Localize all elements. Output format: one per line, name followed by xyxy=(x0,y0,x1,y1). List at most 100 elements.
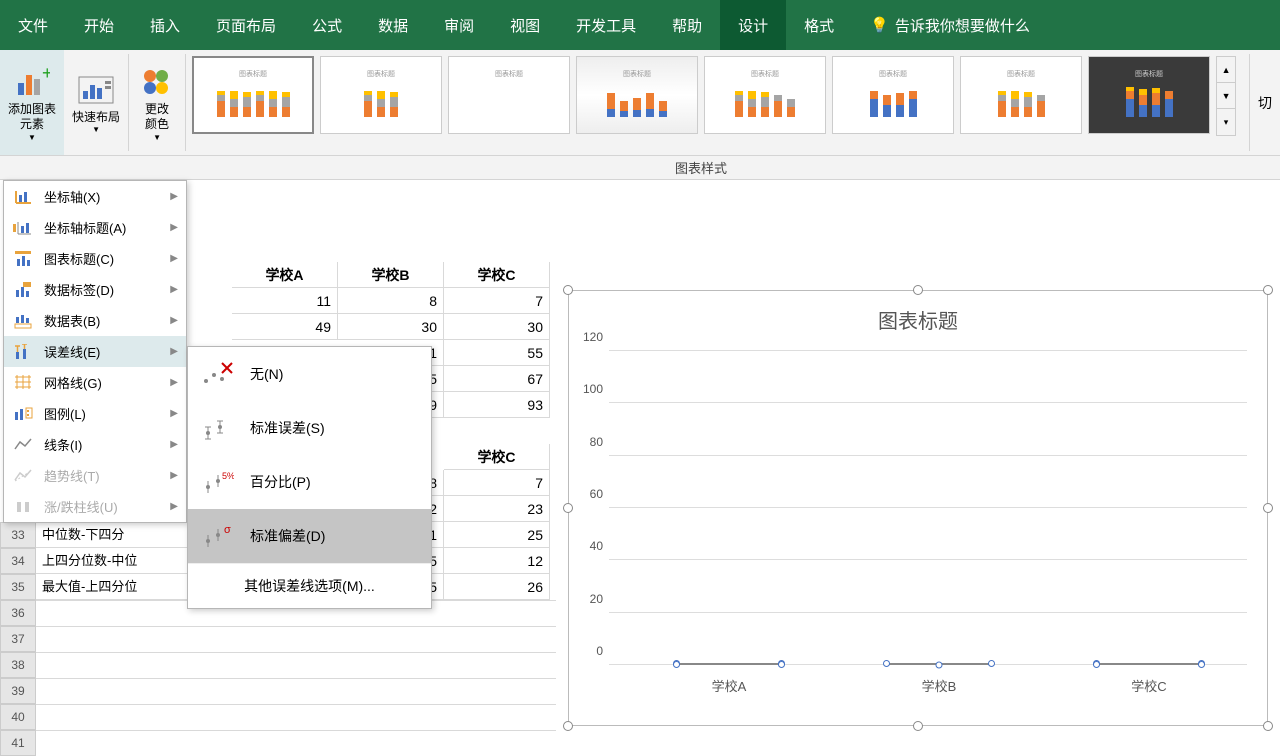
errorbar-standard-deviation[interactable]: σ 标准偏差(D) xyxy=(188,509,431,563)
chart-styles-section-label: 图表样式 xyxy=(156,158,1246,177)
row-header[interactable]: 35 xyxy=(0,574,36,600)
menu-label: 图例(L) xyxy=(44,404,86,423)
tab-insert[interactable]: 插入 xyxy=(132,0,198,50)
chart-style-7[interactable]: 图表标题 xyxy=(960,56,1082,134)
styles-more[interactable]: ▾ xyxy=(1217,109,1235,135)
menu-legend[interactable]: 图例(L)▶ xyxy=(4,398,186,429)
tab-design[interactable]: 设计 xyxy=(720,0,786,50)
menu-axis[interactable]: 坐标轴(X)▶ xyxy=(4,181,186,212)
menu-axis-title[interactable]: 坐标轴标题(A)▶ xyxy=(4,212,186,243)
trendline-icon xyxy=(12,467,34,485)
empty-grid[interactable] xyxy=(36,600,556,756)
change-colors-label: 更改 颜色 xyxy=(145,102,169,133)
row-label[interactable]: 最大值-上四分位 xyxy=(36,574,196,600)
chart-style-8[interactable]: 图表标题 xyxy=(1088,56,1210,134)
switch-row-col-button[interactable]: 切 xyxy=(1250,50,1280,155)
chart-style-3[interactable]: 图表标题 xyxy=(448,56,570,134)
tab-pagelayout[interactable]: 页面布局 xyxy=(198,0,294,50)
menu-label: 坐标轴(X) xyxy=(44,187,100,206)
row-header[interactable]: 33 xyxy=(0,522,36,548)
chart-style-2[interactable]: 图表标题 xyxy=(320,56,442,134)
resize-handle[interactable] xyxy=(563,285,573,295)
errorbar-percentage[interactable]: 5% 百分比(P) xyxy=(188,455,431,509)
y-tick: 60 xyxy=(590,487,603,501)
menu-label: 无(N) xyxy=(250,364,283,384)
menu-label: 线条(I) xyxy=(44,435,82,454)
row-header[interactable]: 36 xyxy=(0,600,36,626)
resize-handle[interactable] xyxy=(563,721,573,731)
chart-title[interactable]: 图表标题 xyxy=(569,291,1267,340)
tab-data[interactable]: 数据 xyxy=(360,0,426,50)
cell[interactable]: 67 xyxy=(444,366,550,392)
menu-gridlines[interactable]: 网格线(G)▶ xyxy=(4,367,186,398)
cell[interactable]: 26 xyxy=(444,574,550,600)
worksheet-area: 学校A 学校B 学校C 11 8 7 49 30 30 1 55 5 67 9 … xyxy=(0,180,1280,749)
tab-formulas[interactable]: 公式 xyxy=(294,0,360,50)
tell-me-search[interactable]: 💡 告诉我你想要做什么 xyxy=(852,0,1048,50)
row-header[interactable]: 40 xyxy=(0,704,36,730)
cell[interactable]: 11 xyxy=(232,288,338,314)
menu-data-table[interactable]: 数据表(B)▶ xyxy=(4,305,186,336)
resize-handle[interactable] xyxy=(1263,721,1273,731)
cell[interactable]: 7 xyxy=(444,470,550,496)
chart-style-6[interactable]: 图表标题 xyxy=(832,56,954,134)
tab-developer[interactable]: 开发工具 xyxy=(558,0,654,50)
lines-icon xyxy=(12,436,34,454)
cell[interactable]: 30 xyxy=(444,314,550,340)
quick-layout-button[interactable]: 快速布局 ▼ xyxy=(64,50,128,155)
menu-error-bars[interactable]: 误差线(E)▶ xyxy=(4,336,186,367)
menu-label: 网格线(G) xyxy=(44,373,102,392)
row-header[interactable]: 34 xyxy=(0,548,36,574)
row-header[interactable]: 38 xyxy=(0,652,36,678)
embedded-chart[interactable]: 图表标题 0 20 40 60 80 100 120 xyxy=(568,290,1268,726)
ribbon-section-labels: 图表样式 xyxy=(0,156,1280,180)
resize-handle[interactable] xyxy=(563,503,573,513)
menu-chart-title[interactable]: 图表标题(C)▶ xyxy=(4,243,186,274)
error-bars-icon xyxy=(12,343,34,361)
menu-trendline: 趋势线(T)▶ xyxy=(4,460,186,491)
styles-scroll-up[interactable]: ▲ xyxy=(1217,57,1235,83)
resize-handle[interactable] xyxy=(913,721,923,731)
row-header[interactable]: 37 xyxy=(0,626,36,652)
x-label-c: 学校C xyxy=(1099,676,1199,695)
row-label[interactable]: 中位数-下四分 xyxy=(36,522,196,548)
menu-label: 坐标轴标题(A) xyxy=(44,218,126,237)
chevron-down-icon: ▼ xyxy=(153,133,161,143)
tab-format[interactable]: 格式 xyxy=(786,0,852,50)
tab-home[interactable]: 开始 xyxy=(66,0,132,50)
errorbar-standard-error[interactable]: 标准误差(S) xyxy=(188,401,431,455)
tab-file[interactable]: 文件 xyxy=(0,0,66,50)
cell[interactable]: 7 xyxy=(444,288,550,314)
styles-scroll-down[interactable]: ▼ xyxy=(1217,83,1235,109)
tab-help[interactable]: 帮助 xyxy=(654,0,720,50)
cell[interactable]: 8 xyxy=(338,288,444,314)
plot-area[interactable] xyxy=(609,351,1247,665)
errorbar-none[interactable]: 无(N) xyxy=(188,347,431,401)
resize-handle[interactable] xyxy=(1263,285,1273,295)
errorbar-more-options[interactable]: 其他误差线选项(M)... xyxy=(188,563,431,608)
cell[interactable]: 23 xyxy=(444,496,550,522)
chevron-right-icon: ▶ xyxy=(170,470,178,481)
cell[interactable]: 93 xyxy=(444,392,550,418)
cell[interactable]: 25 xyxy=(444,522,550,548)
tab-view[interactable]: 视图 xyxy=(492,0,558,50)
row-header[interactable]: 41 xyxy=(0,730,36,756)
resize-handle[interactable] xyxy=(913,285,923,295)
chart-style-4[interactable]: 图表标题 xyxy=(576,56,698,134)
menu-lines[interactable]: 线条(I)▶ xyxy=(4,429,186,460)
chart-style-1[interactable]: 图表标题 xyxy=(192,56,314,134)
tab-review[interactable]: 审阅 xyxy=(426,0,492,50)
change-colors-button[interactable]: 更改 颜色 ▼ xyxy=(129,50,185,155)
chart-style-5[interactable]: 图表标题 xyxy=(704,56,826,134)
row-header[interactable]: 39 xyxy=(0,678,36,704)
cell[interactable]: 30 xyxy=(338,314,444,340)
add-chart-element-button[interactable]: + 添加图表 元素 ▼ xyxy=(0,50,64,155)
cell[interactable]: 55 xyxy=(444,340,550,366)
cell[interactable]: 12 xyxy=(444,548,550,574)
resize-handle[interactable] xyxy=(1263,503,1273,513)
row-label[interactable]: 上四分位数-中位 xyxy=(36,548,196,574)
se-icon xyxy=(200,415,234,441)
col-header-c: 学校C xyxy=(444,262,550,288)
menu-data-labels[interactable]: 数据标签(D)▶ xyxy=(4,274,186,305)
cell[interactable]: 49 xyxy=(232,314,338,340)
